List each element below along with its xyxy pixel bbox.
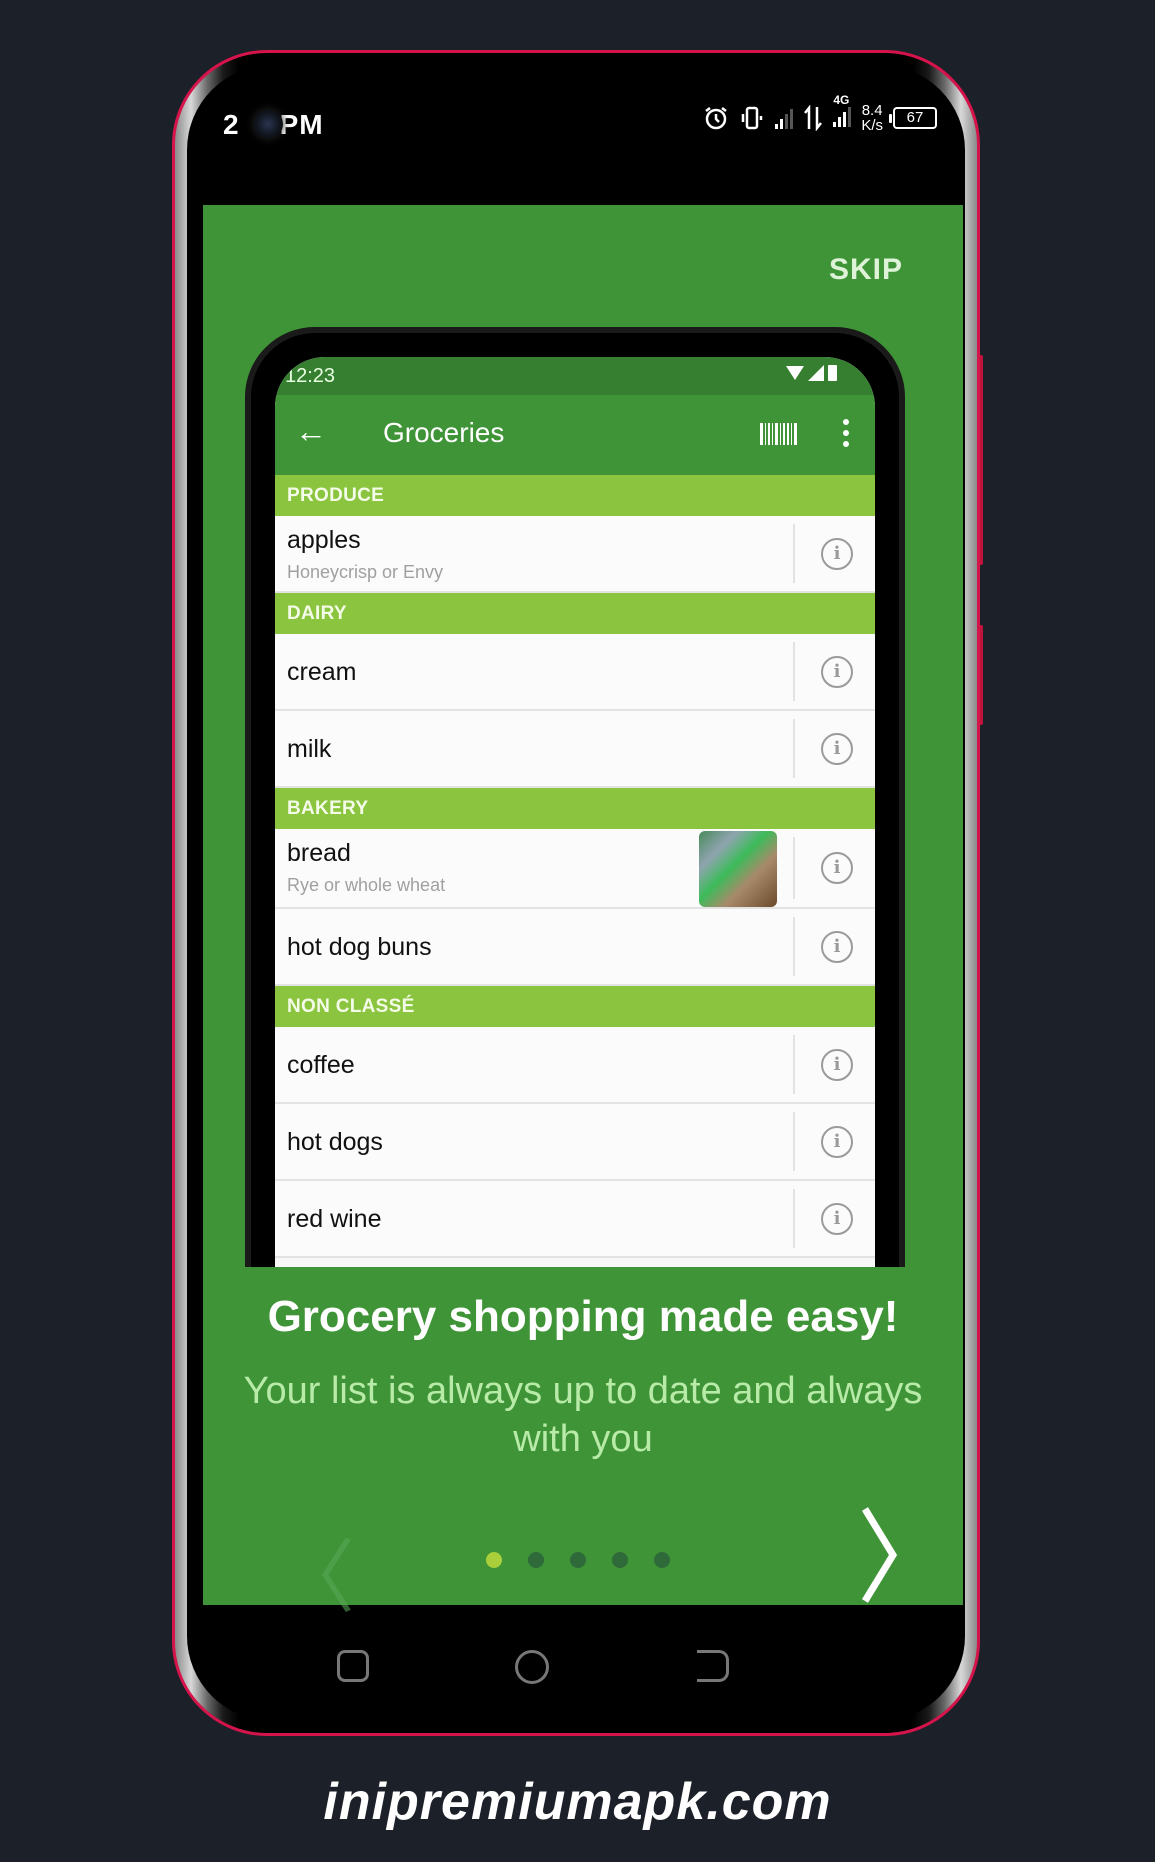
item-name: coffee (287, 1051, 355, 1079)
page-dot[interactable] (654, 1552, 670, 1568)
list-item: hot dogs i (275, 1104, 875, 1181)
divider (793, 1189, 795, 1248)
info-icon: i (821, 1202, 853, 1235)
vibrate-icon (739, 105, 765, 131)
item-description: Honeycrisp or Envy (287, 562, 444, 582)
divider (793, 524, 795, 583)
alarm-icon (703, 105, 729, 131)
item-name: red wine (287, 1205, 382, 1233)
section-header-produce: PRODUCE (275, 475, 875, 516)
status-bar: 2 PM 4G 8.4 K/s 67 (187, 65, 965, 205)
divider (793, 1112, 795, 1171)
network-speed: 8.4 K/s (861, 102, 883, 134)
list-item: hot dog buns i (275, 909, 875, 986)
item-name: cream (287, 658, 357, 686)
cell-signal-icon (808, 365, 824, 381)
item-photo (699, 831, 777, 907)
page-dot[interactable] (612, 1552, 628, 1568)
item-name: milk (287, 735, 332, 763)
signal-icon (775, 107, 794, 129)
list-item: coffee i (275, 1027, 875, 1104)
data-transfer-icon (803, 105, 823, 131)
back-button[interactable] (697, 1650, 729, 1682)
info-icon: i (821, 655, 853, 688)
item-name: apples (287, 526, 361, 554)
back-arrow-icon: ← (295, 413, 327, 449)
mock-status-bar: 12:23 (275, 357, 875, 395)
section-header-uncategorized: NON CLASSÉ (275, 986, 875, 1027)
section-header-bakery: BAKERY (275, 788, 875, 829)
divider (793, 642, 795, 701)
info-icon: i (821, 852, 853, 884)
info-icon: i (821, 537, 853, 570)
divider (793, 837, 795, 899)
phone-frame: 2 PM 4G 8.4 K/s 67 SKIP 12:23 ← Grocerie… (172, 50, 980, 1736)
list-title: Groceries (383, 417, 505, 448)
battery-icon: 67 (889, 107, 937, 129)
watermark: inipremiumapk.com (323, 1773, 832, 1831)
barcode-icon (760, 423, 797, 445)
page-dot[interactable] (570, 1552, 586, 1568)
list-item: milk i (275, 711, 875, 788)
onboarding-screen: SKIP 12:23 ← Groceries PRODUCE apples Ho… (203, 205, 963, 1624)
system-nav-bar (187, 1620, 965, 1710)
mock-phone-screen: 12:23 ← Groceries PRODUCE apples Honeycr… (275, 357, 875, 1271)
info-icon: i (821, 732, 853, 765)
signal-4g-icon: 4G (833, 93, 852, 132)
page-dot[interactable] (528, 1552, 544, 1568)
list-item: apples Honeycrisp or Envy i (275, 516, 875, 593)
divider (793, 719, 795, 778)
info-icon: i (821, 1125, 853, 1158)
chevron-left-icon[interactable]: 〈 (275, 1513, 355, 1629)
mock-phone: 12:23 ← Groceries PRODUCE apples Honeycr… (245, 327, 905, 1277)
home-button[interactable] (515, 1650, 549, 1684)
item-name: hot dogs (287, 1128, 383, 1156)
item-description: Rye or whole wheat (287, 875, 446, 895)
divider (793, 1035, 795, 1094)
divider (793, 917, 795, 976)
mock-toolbar: ← Groceries (275, 395, 875, 475)
battery-icon (828, 365, 837, 381)
list-item: bread Rye or whole wheat i (275, 829, 875, 909)
info-icon: i (821, 930, 853, 963)
chevron-right-icon[interactable] (859, 1505, 899, 1605)
mock-status-time: 12:23 (285, 365, 336, 387)
onboarding-headline: Grocery shopping made easy! (267, 1292, 899, 1341)
list-item: red wine i (275, 1181, 875, 1258)
wifi-icon (786, 366, 804, 380)
onboarding-subline: Your list is always up to date and alway… (243, 1370, 923, 1460)
page-indicator (203, 1552, 963, 1568)
more-vert-icon (843, 419, 849, 447)
info-icon: i (821, 1048, 853, 1081)
page-dot[interactable] (486, 1552, 502, 1568)
skip-button[interactable]: SKIP (829, 253, 903, 287)
recent-apps-button[interactable] (337, 1650, 369, 1682)
phone-screen: 2 PM 4G 8.4 K/s 67 SKIP 12:23 ← Grocerie… (187, 65, 965, 1721)
item-name: hot dog buns (287, 933, 432, 961)
list-item: cream i (275, 634, 875, 711)
front-camera (253, 109, 283, 139)
section-header-dairy: DAIRY (275, 593, 875, 634)
item-name: bread (287, 839, 351, 867)
